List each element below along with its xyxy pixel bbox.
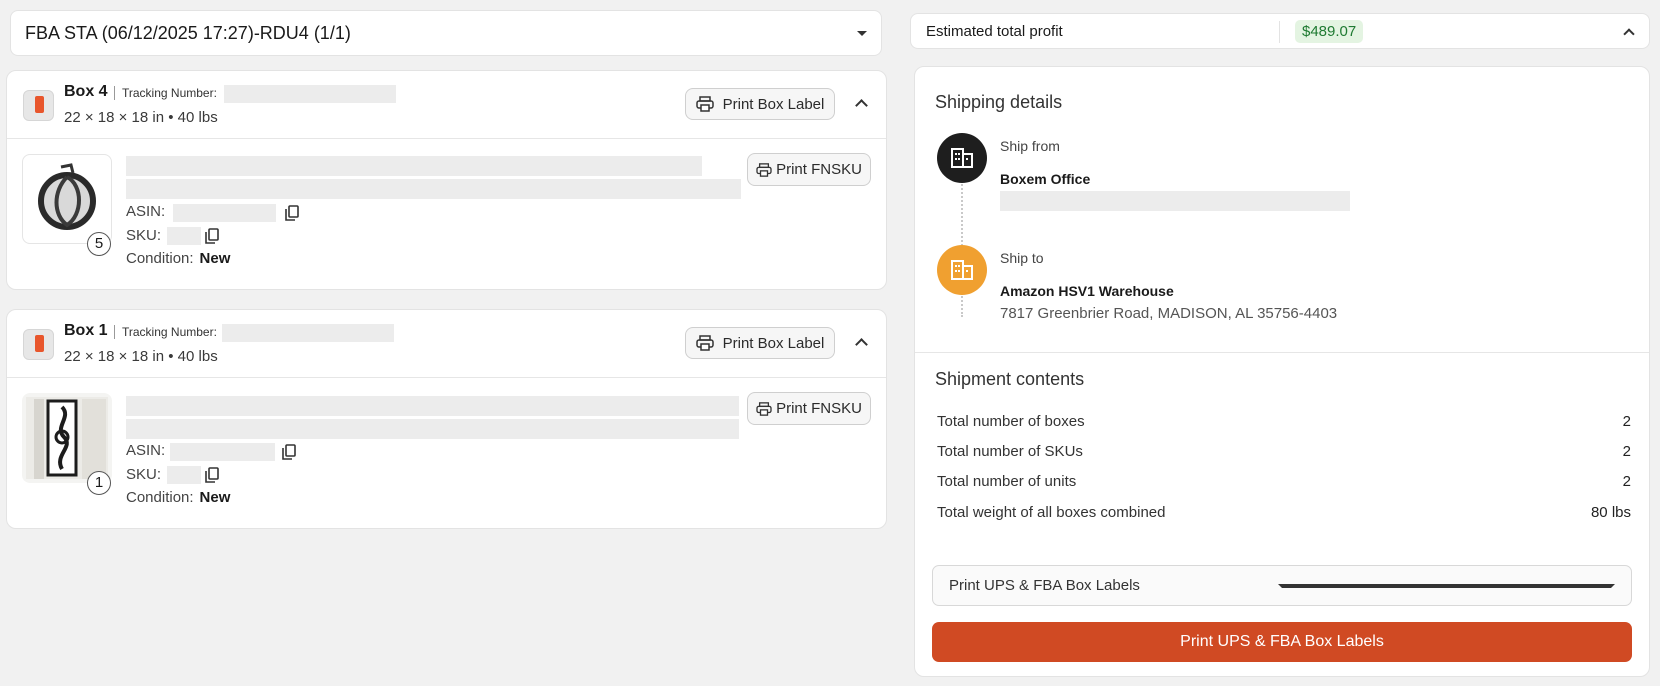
box-title: Box 4 bbox=[64, 83, 108, 100]
shipment-select[interactable]: FBA STA (06/12/2025 17:27)-RDU4 (1/1) bbox=[10, 10, 882, 56]
print-box-label-text: Print Box Label bbox=[722, 334, 825, 352]
box-icon bbox=[23, 90, 54, 121]
product-title-redacted bbox=[126, 419, 739, 439]
ship-from-icon bbox=[937, 133, 987, 183]
condition-value: New bbox=[199, 250, 231, 267]
label-type-select[interactable]: Print UPS & FBA Box Labels bbox=[932, 565, 1632, 606]
ship-to-name: Amazon HSV1 Warehouse bbox=[1000, 283, 1174, 299]
asin-redacted bbox=[170, 443, 275, 461]
sku-redacted bbox=[167, 227, 201, 245]
shipment-contents-heading: Shipment contents bbox=[935, 369, 1085, 389]
box-item: 5 ASIN: SKU: Condition: New Print FNSKU bbox=[7, 139, 886, 289]
caret-down-icon bbox=[1278, 583, 1615, 588]
profit-label: Estimated total profit bbox=[926, 23, 1063, 40]
stat-label: Total weight of all boxes combined bbox=[937, 504, 1166, 521]
product-image bbox=[22, 154, 112, 244]
stat-label: Total number of boxes bbox=[937, 413, 1085, 430]
collapse-chevron-icon[interactable] bbox=[1623, 28, 1635, 40]
stat-value: 2 bbox=[1622, 413, 1631, 430]
printer-icon bbox=[695, 96, 714, 112]
stat-value: 2 bbox=[1622, 473, 1631, 490]
box-header[interactable]: Box 4 Tracking Number: 22 × 18 × 18 in •… bbox=[7, 71, 886, 139]
shipping-details-heading: Shipping details bbox=[935, 92, 1063, 112]
stat-label: Total number of units bbox=[937, 473, 1077, 490]
stat-label: Total number of SKUs bbox=[937, 443, 1083, 460]
stat-value: 2 bbox=[1622, 443, 1631, 460]
asin-label: ASIN: bbox=[126, 203, 166, 220]
print-fnsku-button[interactable]: Print FNSKU bbox=[747, 153, 871, 186]
caret-down-icon bbox=[857, 30, 867, 36]
stat-value: 80 lbs bbox=[1590, 504, 1631, 521]
copy-icon[interactable] bbox=[205, 467, 219, 483]
box-item: 1 ASIN: SKU: Condition: New Print FNSKU bbox=[7, 378, 886, 528]
condition-row: Condition: New bbox=[126, 489, 230, 506]
box-header[interactable]: Box 1 Tracking Number: 22 × 18 × 18 in •… bbox=[7, 310, 886, 378]
condition-label: Condition: bbox=[126, 489, 194, 506]
box-card: Box 4 Tracking Number: 22 × 18 × 18 in •… bbox=[6, 70, 887, 290]
printer-icon bbox=[695, 335, 714, 351]
tracking-number-redacted bbox=[222, 324, 394, 342]
collapse-chevron-icon[interactable] bbox=[855, 338, 868, 351]
sku-label: SKU: bbox=[126, 466, 162, 483]
profit-value-badge: $489.07 bbox=[1295, 20, 1364, 43]
asin-label: ASIN: bbox=[126, 442, 166, 459]
box-dimensions: 22 × 18 × 18 in • 40 lbs bbox=[64, 109, 218, 126]
sku-redacted bbox=[167, 466, 201, 484]
condition-label: Condition: bbox=[126, 250, 194, 267]
product-image bbox=[22, 393, 112, 483]
box-title: Box 1 bbox=[64, 322, 108, 339]
ship-from-name: Boxem Office bbox=[1000, 171, 1091, 187]
box-card: Box 1 Tracking Number: 22 × 18 × 18 in •… bbox=[6, 309, 887, 529]
print-labels-button[interactable]: Print UPS & FBA Box Labels bbox=[932, 622, 1632, 662]
sku-label: SKU: bbox=[126, 227, 162, 244]
print-fnsku-text: Print FNSKU bbox=[776, 400, 862, 417]
print-box-label-text: Print Box Label bbox=[722, 95, 825, 113]
ship-to-icon bbox=[937, 245, 987, 295]
divider bbox=[915, 352, 1649, 353]
printer-icon bbox=[756, 401, 772, 416]
print-box-label-button[interactable]: Print Box Label bbox=[685, 88, 835, 120]
product-title-redacted bbox=[126, 179, 741, 199]
tracking-number-redacted bbox=[224, 85, 396, 103]
copy-icon[interactable] bbox=[282, 444, 296, 460]
label-type-select-value: Print UPS & FBA Box Labels bbox=[949, 577, 1140, 594]
profit-summary[interactable]: Estimated total profit $489.07 bbox=[910, 13, 1650, 49]
print-fnsku-button[interactable]: Print FNSKU bbox=[747, 392, 871, 425]
print-fnsku-text: Print FNSKU bbox=[776, 161, 862, 178]
collapse-chevron-icon[interactable] bbox=[855, 99, 868, 112]
shipment-select-value: FBA STA (06/12/2025 17:27)-RDU4 (1/1) bbox=[25, 22, 351, 43]
shipment-summary-panel: Shipping details Ship from Boxem Office … bbox=[914, 66, 1650, 677]
product-title-redacted bbox=[126, 156, 702, 176]
tracking-label: Tracking Number: bbox=[114, 86, 217, 100]
print-box-label-button[interactable]: Print Box Label bbox=[685, 327, 835, 359]
copy-icon[interactable] bbox=[205, 228, 219, 244]
ship-from-address-redacted bbox=[1000, 191, 1350, 211]
divider bbox=[1279, 21, 1280, 43]
ship-to-label: Ship to bbox=[1000, 250, 1044, 266]
copy-icon[interactable] bbox=[285, 205, 299, 221]
quantity-badge: 5 bbox=[87, 232, 111, 256]
quantity-badge: 1 bbox=[87, 471, 111, 495]
tracking-label: Tracking Number: bbox=[114, 325, 217, 339]
printer-icon bbox=[756, 162, 772, 177]
box-icon bbox=[23, 329, 54, 360]
asin-redacted bbox=[173, 204, 276, 222]
box-dimensions: 22 × 18 × 18 in • 40 lbs bbox=[64, 348, 218, 365]
product-title-redacted bbox=[126, 396, 739, 416]
ship-from-label: Ship from bbox=[1000, 138, 1060, 154]
ship-to-address: 7817 Greenbrier Road, MADISON, AL 35756-… bbox=[1000, 305, 1338, 322]
condition-value: New bbox=[199, 489, 231, 506]
condition-row: Condition: New bbox=[126, 250, 230, 267]
